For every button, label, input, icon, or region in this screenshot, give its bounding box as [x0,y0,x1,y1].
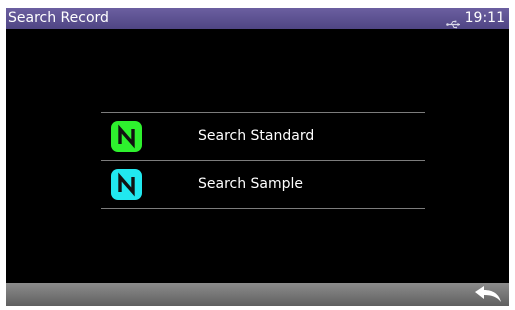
bottom-bar [6,283,509,306]
standard-n-icon [111,121,142,152]
back-arrow-icon [475,286,501,302]
search-standard-label: Search Standard [198,128,315,144]
device-screen: Search Record 19:11 Search Standard Sear… [6,8,509,306]
search-sample-label: Search Sample [198,176,304,192]
status-area: 19:11 [445,10,505,29]
title-bar: Search Record 19:11 [6,8,509,29]
menu-divider [101,208,425,209]
sample-n-icon [111,169,142,200]
search-sample-item[interactable]: Search Sample [101,161,425,208]
search-menu: Search Standard Search Sample [101,112,425,209]
back-button[interactable] [469,283,507,306]
search-standard-item[interactable]: Search Standard [101,113,425,160]
clock: 19:11 [464,10,505,26]
usb-icon [445,14,462,29]
main-content: Search Standard Search Sample [6,29,509,283]
window-title: Search Record [8,10,109,26]
